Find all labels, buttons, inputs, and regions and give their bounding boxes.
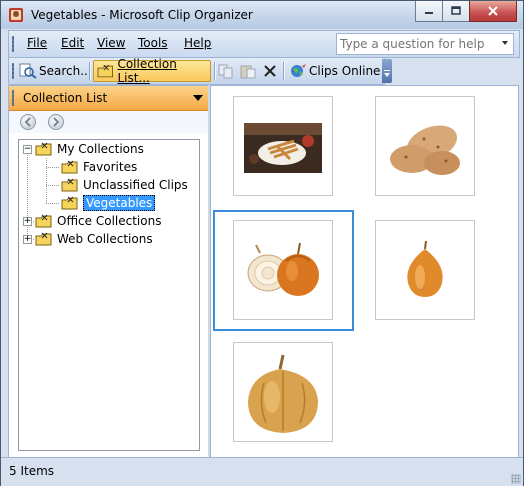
collection-list-button-label: Collection List... (117, 57, 177, 85)
item-count: 5 Items (9, 464, 55, 478)
tree-connector (46, 158, 47, 204)
potatoes-image (390, 125, 460, 175)
clips-online-button[interactable]: Clips Online (289, 60, 380, 82)
tree-item-label: Web Collections (57, 232, 153, 246)
tree-item-vegetables[interactable]: Vegetables (61, 194, 156, 212)
menu-file[interactable]: File (27, 36, 47, 50)
menu-tools[interactable]: Tools (138, 36, 168, 50)
toolbar: Search... Collection List... Clips Onlin… (8, 57, 385, 85)
clips-online-button-label: Clips Online (309, 64, 381, 78)
forward-arrow-icon (53, 117, 60, 127)
toolbar-separator (89, 62, 90, 80)
menu-tools-label: Tools (138, 36, 168, 50)
folder-icon (61, 178, 78, 192)
tree-item-my-collections[interactable]: − My Collections (23, 140, 144, 158)
tree-item-label: Vegetables (83, 195, 156, 211)
delete-icon (264, 65, 276, 77)
chevron-down-icon[interactable] (499, 36, 511, 50)
resize-grip[interactable] (511, 474, 521, 484)
clip-thumbnail[interactable] (375, 96, 475, 196)
menu-file-label: File (27, 36, 48, 50)
back-arrow-icon (24, 117, 31, 127)
menu-view[interactable]: View (97, 36, 125, 50)
title-bar[interactable]: Vegetables - Microsoft Clip Organizer (1, 1, 523, 29)
folder-icon (97, 64, 113, 78)
help-question-input[interactable] (337, 35, 490, 53)
menu-help[interactable]: Help (184, 36, 211, 50)
minimize-icon (425, 12, 433, 14)
globe-icon (291, 64, 306, 77)
collection-list-pane: Collection List − My Collections Favorit… (8, 85, 210, 458)
chevron-down-icon[interactable] (193, 95, 203, 101)
toolbar-separator (214, 62, 215, 80)
menu-bar-grip[interactable] (12, 36, 14, 52)
expand-toggle[interactable]: + (23, 234, 32, 244)
chevron-down-icon (384, 70, 390, 77)
french-fries-image (244, 123, 322, 173)
back-button[interactable] (20, 114, 36, 130)
status-bar: 5 Items (1, 457, 523, 486)
toolbar-grip[interactable] (12, 63, 14, 79)
close-window-button[interactable] (469, 1, 517, 22)
clip-thumbnail[interactable] (375, 220, 475, 320)
search-button[interactable]: Search... (19, 60, 92, 82)
toolbar-options-button[interactable] (382, 59, 392, 83)
collection-list-header[interactable]: Collection List (9, 86, 209, 111)
tree-connector (46, 203, 60, 204)
pane-navigation (9, 111, 209, 133)
pane-title: Collection List (23, 91, 108, 105)
minimize-button[interactable] (415, 1, 443, 22)
toolbar-separator (283, 62, 284, 80)
menu-help-label: Help (184, 36, 212, 50)
clip-thumbnail[interactable] (233, 342, 333, 442)
onion-image (407, 240, 443, 297)
tree-item-unclassified-clips[interactable]: Unclassified Clips (61, 176, 188, 194)
tree-item-label: Favorites (83, 160, 138, 174)
maximize-icon (451, 6, 461, 15)
close-icon (488, 6, 498, 16)
paste-icon (240, 65, 256, 79)
tree-connector (46, 185, 60, 186)
tree-item-office-collections[interactable]: + Office Collections (23, 212, 161, 230)
folder-icon (35, 232, 52, 246)
copy-icon (218, 64, 233, 79)
expand-toggle[interactable]: + (23, 216, 32, 226)
maximize-button[interactable] (442, 1, 470, 22)
tree-item-web-collections[interactable]: + Web Collections (23, 230, 153, 248)
collapse-toggle[interactable]: − (23, 144, 32, 154)
search-icon (19, 63, 37, 79)
menu-edit[interactable]: Edit (61, 36, 84, 50)
forward-button[interactable] (48, 114, 64, 130)
collection-list-button[interactable]: Collection List... (93, 57, 211, 85)
tree-item-favorites[interactable]: Favorites (61, 158, 137, 176)
folder-icon (35, 142, 52, 156)
tree-connector (46, 167, 60, 168)
folder-icon (61, 196, 78, 210)
search-button-label: Search... (39, 64, 92, 78)
tree-item-label: Unclassified Clips (83, 178, 188, 192)
tree-item-label: My Collections (57, 142, 144, 156)
help-search-box[interactable] (336, 33, 514, 55)
collection-tree[interactable]: − My Collections Favorites Unclassified … (18, 139, 200, 451)
tree-item-label: Office Collections (57, 214, 162, 228)
clips-pane (210, 85, 519, 458)
paste-button[interactable] (239, 60, 257, 82)
pane-grip[interactable] (12, 90, 14, 106)
yellow-onion-image (248, 354, 318, 433)
clip-organizer-window: Vegetables - Microsoft Clip Organizer Fi… (0, 0, 524, 486)
delete-button[interactable] (261, 60, 279, 82)
onions-image (247, 242, 319, 296)
menu-view-label: View (97, 36, 126, 50)
copy-button[interactable] (217, 60, 235, 82)
folder-icon (35, 214, 52, 228)
folder-icon (61, 160, 78, 174)
clip-organizer-app-icon[interactable] (8, 7, 24, 23)
menu-edit-label: Edit (61, 36, 85, 50)
window-title: Vegetables - Microsoft Clip Organizer (31, 8, 253, 22)
clip-thumbnail[interactable] (233, 220, 333, 320)
clip-thumbnail[interactable] (233, 96, 333, 196)
